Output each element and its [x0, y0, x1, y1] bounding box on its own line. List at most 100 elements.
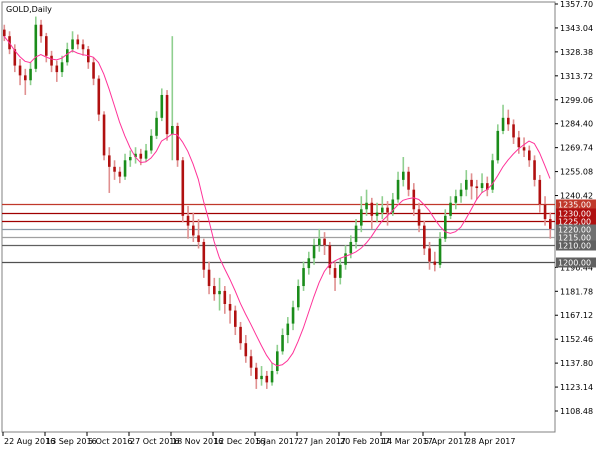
level-price-label: 1235.00: [558, 201, 591, 210]
candle-body: [239, 326, 242, 344]
candle-body: [144, 150, 148, 159]
candle-body: [202, 241, 206, 270]
x-tick-label: 5 Jan 2017: [256, 437, 299, 446]
candle-body: [349, 241, 353, 254]
candle-body: [160, 94, 164, 118]
candle-body: [465, 179, 468, 190]
candle-body: [255, 367, 258, 380]
candle-body: [213, 286, 216, 295]
candle-body: [297, 286, 300, 308]
candle-body: [496, 130, 500, 161]
candle-body: [444, 215, 447, 239]
candle-body: [512, 124, 515, 138]
candle-body: [249, 356, 253, 368]
candle-wick: [260, 366, 263, 386]
candle-body: [459, 189, 463, 197]
candle-body: [260, 375, 263, 380]
candle-body: [370, 202, 374, 216]
candle-body: [507, 117, 510, 125]
candle-body: [454, 196, 458, 203]
candle-body: [155, 117, 158, 136]
candle-body: [150, 135, 153, 151]
candle-body: [270, 370, 274, 383]
candle-body: [55, 65, 59, 73]
candle-body: [171, 125, 174, 135]
y-tick-label: 1137.80: [560, 359, 593, 368]
candle-body: [533, 160, 536, 180]
candle-body: [480, 183, 484, 189]
candle-body: [402, 171, 405, 180]
x-tick-label: 5 Apr 2017: [424, 437, 468, 446]
candle-body: [318, 238, 321, 246]
candle-body: [139, 153, 143, 159]
price-chart: 1357.70 1343.04 1328.38 1313.72 1299.06 1284.…: [1, 0, 596, 446]
candle-body: [234, 310, 237, 327]
candle-body: [312, 245, 316, 259]
candle-body: [24, 75, 27, 81]
y-tick-label: 1313.72: [560, 72, 593, 81]
candle-wick: [386, 201, 389, 226]
candle-body: [197, 235, 200, 242]
candle-body: [538, 179, 542, 205]
candle-body: [123, 160, 127, 177]
candle-body: [218, 290, 221, 295]
y-tick-label: 1343.04: [560, 24, 593, 33]
candle-body: [302, 268, 305, 287]
candle-body: [407, 171, 410, 190]
candle-body: [102, 114, 106, 156]
candle-body: [428, 248, 431, 262]
candle-body: [475, 186, 479, 189]
candle-wick: [171, 36, 174, 161]
candle-body: [34, 24, 38, 69]
candle-body: [39, 24, 43, 37]
candle-body: [528, 150, 531, 161]
candle-body: [207, 269, 211, 287]
x-tick-label: 5 Oct 2016: [88, 437, 132, 446]
candle-body: [323, 238, 326, 246]
candle-body: [286, 323, 290, 336]
candle-body: [165, 94, 169, 135]
candle-body: [244, 343, 248, 357]
candle-body: [381, 207, 384, 213]
x-tick-label: 27 Jan 2017: [298, 437, 346, 446]
candle-body: [365, 202, 368, 210]
candle-body: [386, 207, 389, 213]
level-price-label: 1200.00: [558, 259, 591, 268]
candle-body: [66, 49, 69, 63]
candle-body: [517, 137, 521, 148]
candle-body: [129, 157, 132, 161]
candle-body: [113, 166, 116, 172]
y-tick-label: 1284.40: [560, 120, 593, 129]
candle-body: [360, 209, 363, 226]
candle-body: [307, 258, 311, 269]
candle-body: [433, 261, 437, 265]
candle-body: [81, 44, 85, 50]
candle-body: [45, 36, 48, 56]
y-tick-label: 1167.12: [560, 311, 593, 320]
candle-body: [396, 179, 400, 200]
y-tick-label: 1255.08: [560, 168, 593, 177]
x-tick-label: 28 Apr 2017: [466, 437, 515, 446]
candle-body: [281, 335, 284, 352]
candle-body: [3, 29, 6, 37]
candle-body: [76, 39, 80, 45]
candle-body: [18, 65, 22, 76]
candle-wick: [197, 219, 200, 249]
candle-body: [176, 125, 179, 161]
candle-body: [333, 268, 337, 278]
candle-wick: [476, 179, 478, 200]
candle-body: [438, 238, 442, 265]
candle-body: [265, 375, 269, 383]
candle-body: [543, 204, 547, 220]
candle-body: [375, 212, 379, 216]
candle-body: [449, 202, 452, 216]
y-tick-label: 1269.74: [560, 144, 593, 153]
candle-body: [29, 68, 32, 81]
candle-body: [228, 303, 232, 311]
candle-body: [291, 307, 295, 324]
level-price-label: 1210.00: [558, 242, 591, 251]
y-tick-label: 1357.70: [560, 0, 593, 9]
y-tick-label: 1328.38: [560, 48, 593, 57]
candle-body: [423, 225, 426, 249]
candle-body: [60, 62, 64, 73]
